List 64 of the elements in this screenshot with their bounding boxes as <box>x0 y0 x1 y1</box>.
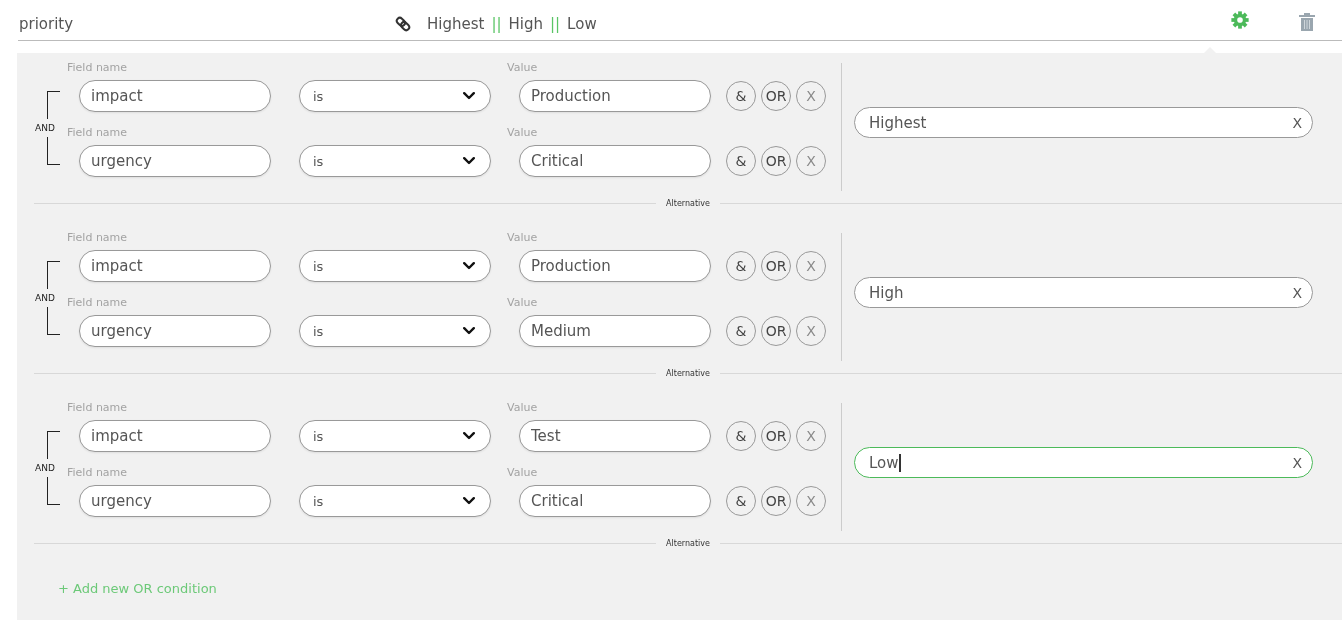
field-name-input[interactable]: impact <box>79 420 271 452</box>
value-input[interactable]: Test <box>519 420 711 452</box>
bracket-line <box>47 91 60 119</box>
value-label: Value <box>507 61 538 75</box>
chevron-down-icon <box>463 432 475 440</box>
link-icon <box>395 16 411 32</box>
field-label: Field name <box>67 126 128 140</box>
value-label: Value <box>507 231 538 245</box>
clear-button[interactable]: X <box>1292 454 1302 471</box>
chevron-down-icon <box>463 497 475 505</box>
operator-select[interactable]: is <box>299 145 491 177</box>
result-field[interactable]: Highest X <box>854 107 1313 138</box>
summary-separator: || <box>550 15 561 33</box>
alternative-label: Alternative <box>665 368 711 378</box>
operator-select[interactable]: is <box>299 420 491 452</box>
alternative-label: Alternative <box>665 538 711 548</box>
operator-select[interactable]: is <box>299 315 491 347</box>
bracket-line <box>47 431 60 459</box>
field-label: Field name <box>67 231 128 245</box>
field-name-input[interactable]: urgency <box>79 145 271 177</box>
text-cursor <box>898 453 901 472</box>
bracket-line <box>47 137 60 165</box>
chevron-down-icon <box>463 157 475 165</box>
chevron-down-icon <box>463 327 475 335</box>
summary-separator: || <box>491 15 502 33</box>
field-label: Field name <box>67 401 128 415</box>
value-label: Value <box>507 466 538 480</box>
chevron-down-icon <box>463 92 475 100</box>
bracket-line <box>47 261 60 289</box>
and-label: AND <box>35 292 55 304</box>
operator-select[interactable]: is <box>299 80 491 112</box>
and-label: AND <box>35 462 55 474</box>
field-name-input[interactable]: urgency <box>79 485 271 517</box>
summary-value: High <box>508 15 543 33</box>
settings-icon[interactable] <box>1231 10 1249 29</box>
chevron-down-icon <box>463 262 475 270</box>
value-label: Value <box>507 296 538 310</box>
clear-button[interactable]: X <box>1292 114 1302 131</box>
value-input[interactable]: Medium <box>519 315 711 347</box>
summary-value: Low <box>567 15 597 33</box>
and-label: AND <box>35 122 55 134</box>
delete-icon[interactable] <box>1299 12 1315 31</box>
clear-button[interactable]: X <box>1292 284 1302 301</box>
field-label: Field name <box>67 466 128 480</box>
operator-select[interactable]: is <box>299 485 491 517</box>
value-input[interactable]: Critical <box>519 485 711 517</box>
value-label: Value <box>507 126 538 140</box>
alternative-label: Alternative <box>665 198 711 208</box>
value-input[interactable]: Critical <box>519 145 711 177</box>
result-field[interactable]: High X <box>854 277 1313 308</box>
field-name-input[interactable]: urgency <box>79 315 271 347</box>
bracket-line <box>47 477 60 505</box>
field-name-input[interactable]: impact <box>79 250 271 282</box>
field-name-input[interactable]: impact <box>79 80 271 112</box>
bracket-line <box>47 307 60 335</box>
rule-title: priority <box>18 15 75 33</box>
value-input[interactable]: Production <box>519 80 711 112</box>
operator-select[interactable]: is <box>299 250 491 282</box>
field-label: Field name <box>67 296 128 310</box>
value-input[interactable]: Production <box>519 250 711 282</box>
value-label: Value <box>507 401 538 415</box>
field-label: Field name <box>67 61 128 75</box>
summary-value: Highest <box>427 15 485 33</box>
result-field[interactable]: Low X <box>854 447 1313 478</box>
